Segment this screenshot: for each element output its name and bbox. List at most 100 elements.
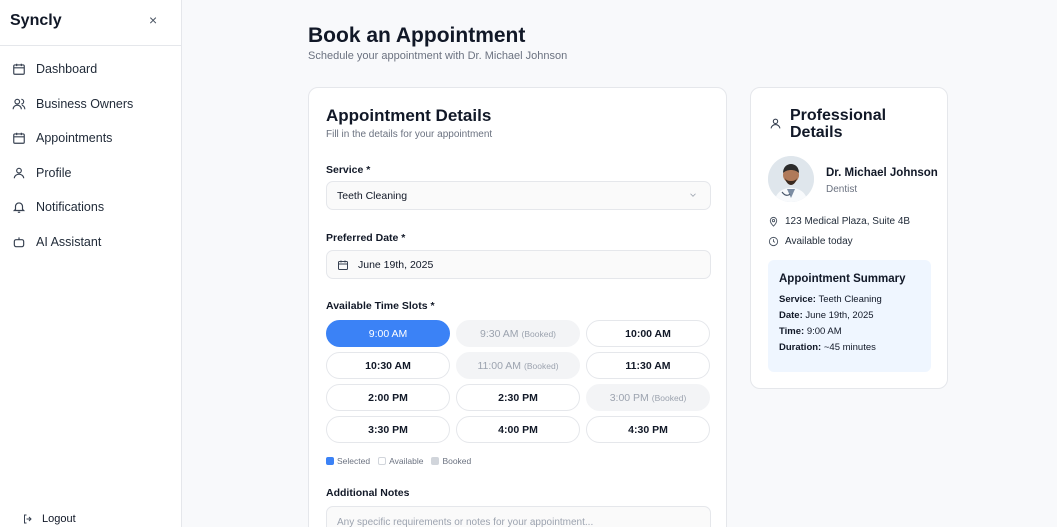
service-label: Service * [326,164,371,176]
notes-textarea[interactable]: Any specific requirements or notes for y… [326,506,711,527]
sidebar-item-label: Notifications [36,200,105,215]
clock-icon [768,236,779,247]
time-slot-label: 10:00 AM [625,327,671,340]
legend-label: Selected [337,456,371,466]
time-slots-label: Available Time Slots * [326,300,435,312]
time-slot-label: 3:30 PM [368,423,408,436]
slot-legend: Selected Available Booked [326,456,479,466]
time-slot-button[interactable]: 2:30 PM [456,384,580,411]
time-slot-button[interactable]: 10:00 AM [586,320,710,347]
time-slot-button: 3:00 PM (Booked) [586,384,710,411]
time-slot-label: 11:30 AM [625,359,671,372]
address-line: 123 Medical Plaza, Suite 4B [768,216,910,227]
time-slot-label: 11:00 AM [477,359,522,372]
legend-swatch [378,457,387,465]
time-slot-label: 9:30 AM [479,327,519,340]
service-value: Teeth Cleaning [337,189,408,202]
summary-date: Date: June 19th, 2025 [779,308,920,324]
page-subtitle: Schedule your appointment with Dr. Micha… [308,50,568,62]
sidebar-nav: Dashboard Business Owners Appointments P… [0,52,181,259]
logout-label: Logout [42,513,76,525]
legend-swatch [326,457,334,465]
time-slot-button[interactable]: 3:30 PM [326,416,450,443]
professional-details-card: Professional Details Dr. Michael Johnson… [750,87,948,389]
pro-title: Professional Details [790,107,887,141]
legend-swatch [431,457,440,465]
brand-logo: Syncly [10,12,62,29]
logout-button[interactable]: Logout [22,513,76,525]
address-text: 123 Medical Plaza, Suite 4B [785,216,911,227]
sidebar-header: Syncly × [0,0,181,46]
summary-duration: Duration: ~45 minutes [779,340,920,356]
time-slot-button: 11:00 AM (Booked) [456,352,580,379]
chevron-down-icon [690,193,696,197]
sidebar-item-label: Dashboard [36,62,98,77]
time-slot-label: 2:30 PM [498,391,538,404]
appointment-summary: Appointment Summary Service: Teeth Clean… [768,260,931,372]
appointment-details-card: Appointment Details Fill in the details … [308,87,727,527]
calendar-icon [13,133,25,145]
date-picker[interactable]: June 19th, 2025 [326,250,711,279]
time-slot-label: 2:00 PM [368,391,408,404]
summary-key: Service: [779,294,816,305]
legend-available: Available [378,456,423,466]
legend-label: Booked [442,456,472,466]
availability-line: Available today [768,236,853,247]
time-slot-label: 3:00 PM [609,391,649,404]
pro-header: Professional Details [769,107,910,141]
summary-value: 9:00 AM [806,326,842,337]
time-slot-button: 9:30 AM (Booked) [456,320,580,347]
calendar-icon [338,260,348,270]
date-value: June 19th, 2025 [358,258,434,271]
sidebar-item-appointments[interactable]: Appointments [0,121,181,156]
sidebar-item-label: Business Owners [36,96,134,111]
summary-key: Time: [779,326,805,337]
sidebar-item-ai-assistant[interactable]: AI Assistant [0,225,181,260]
avatar [768,156,814,202]
time-slot-label: 4:30 PM [628,423,668,436]
time-slot-button[interactable]: 10:30 AM [326,352,450,379]
sidebar-item-profile[interactable]: Profile [0,156,181,191]
bell-icon [12,202,26,214]
summary-service: Service: Teeth Cleaning [779,292,920,308]
service-select[interactable]: Teeth Cleaning [326,181,711,210]
sidebar-item-label: Profile [36,165,72,180]
legend-label: Available [389,456,424,466]
legend-booked: Booked [431,456,471,466]
summary-time: Time: 9:00 AM [779,324,920,340]
legend-selected: Selected [326,456,370,466]
summary-value: Teeth Cleaning [818,294,882,305]
section-title: Appointment Details [326,106,492,125]
sidebar-item-dashboard[interactable]: Dashboard [0,52,181,87]
time-slot-label: 4:00 PM [498,423,538,436]
time-slots-grid: 9:00 AM 9:30 AM (Booked) 10:00 AM 10:30 AM 11… [326,320,711,443]
time-slot-label: 10:30 AM [365,359,411,372]
bot-icon [13,237,25,247]
sidebar-item-label: Appointments [36,131,113,146]
time-slot-button[interactable]: 9:00 AM [326,320,450,347]
users-icon [12,98,26,110]
calendar-icon [13,64,25,76]
sidebar-item-label: AI Assistant [36,234,102,249]
doctor-role: Dentist [826,184,858,195]
time-slot-button[interactable]: 2:00 PM [326,384,450,411]
summary-key: Date: [779,310,803,321]
section-subtitle: Fill in the details for your appointment [326,129,493,140]
doctor-avatar-image [768,156,814,202]
time-slot-label: 9:00 AM [368,327,408,340]
summary-value: ~45 minutes [823,342,876,353]
availability-text: Available today [785,236,853,247]
time-slot-button[interactable]: 4:00 PM [456,416,580,443]
booked-tag: (Booked) [524,360,559,371]
sidebar-item-notifications[interactable]: Notifications [0,190,181,225]
doctor-name: Dr. Michael Johnson [826,167,938,179]
time-slot-button[interactable]: 11:30 AM [586,352,710,379]
notes-label: Additional Notes [326,487,410,499]
sidebar: Syncly × Dashboard Business Owners Appoi… [0,0,182,527]
close-sidebar-icon[interactable]: × [149,12,157,28]
time-slot-button[interactable]: 4:30 PM [586,416,710,443]
sidebar-item-business-owners[interactable]: Business Owners [0,87,181,122]
page-title: Book an Appointment [308,24,526,47]
summary-value: June 19th, 2025 [805,310,874,321]
logout-icon [24,514,32,524]
